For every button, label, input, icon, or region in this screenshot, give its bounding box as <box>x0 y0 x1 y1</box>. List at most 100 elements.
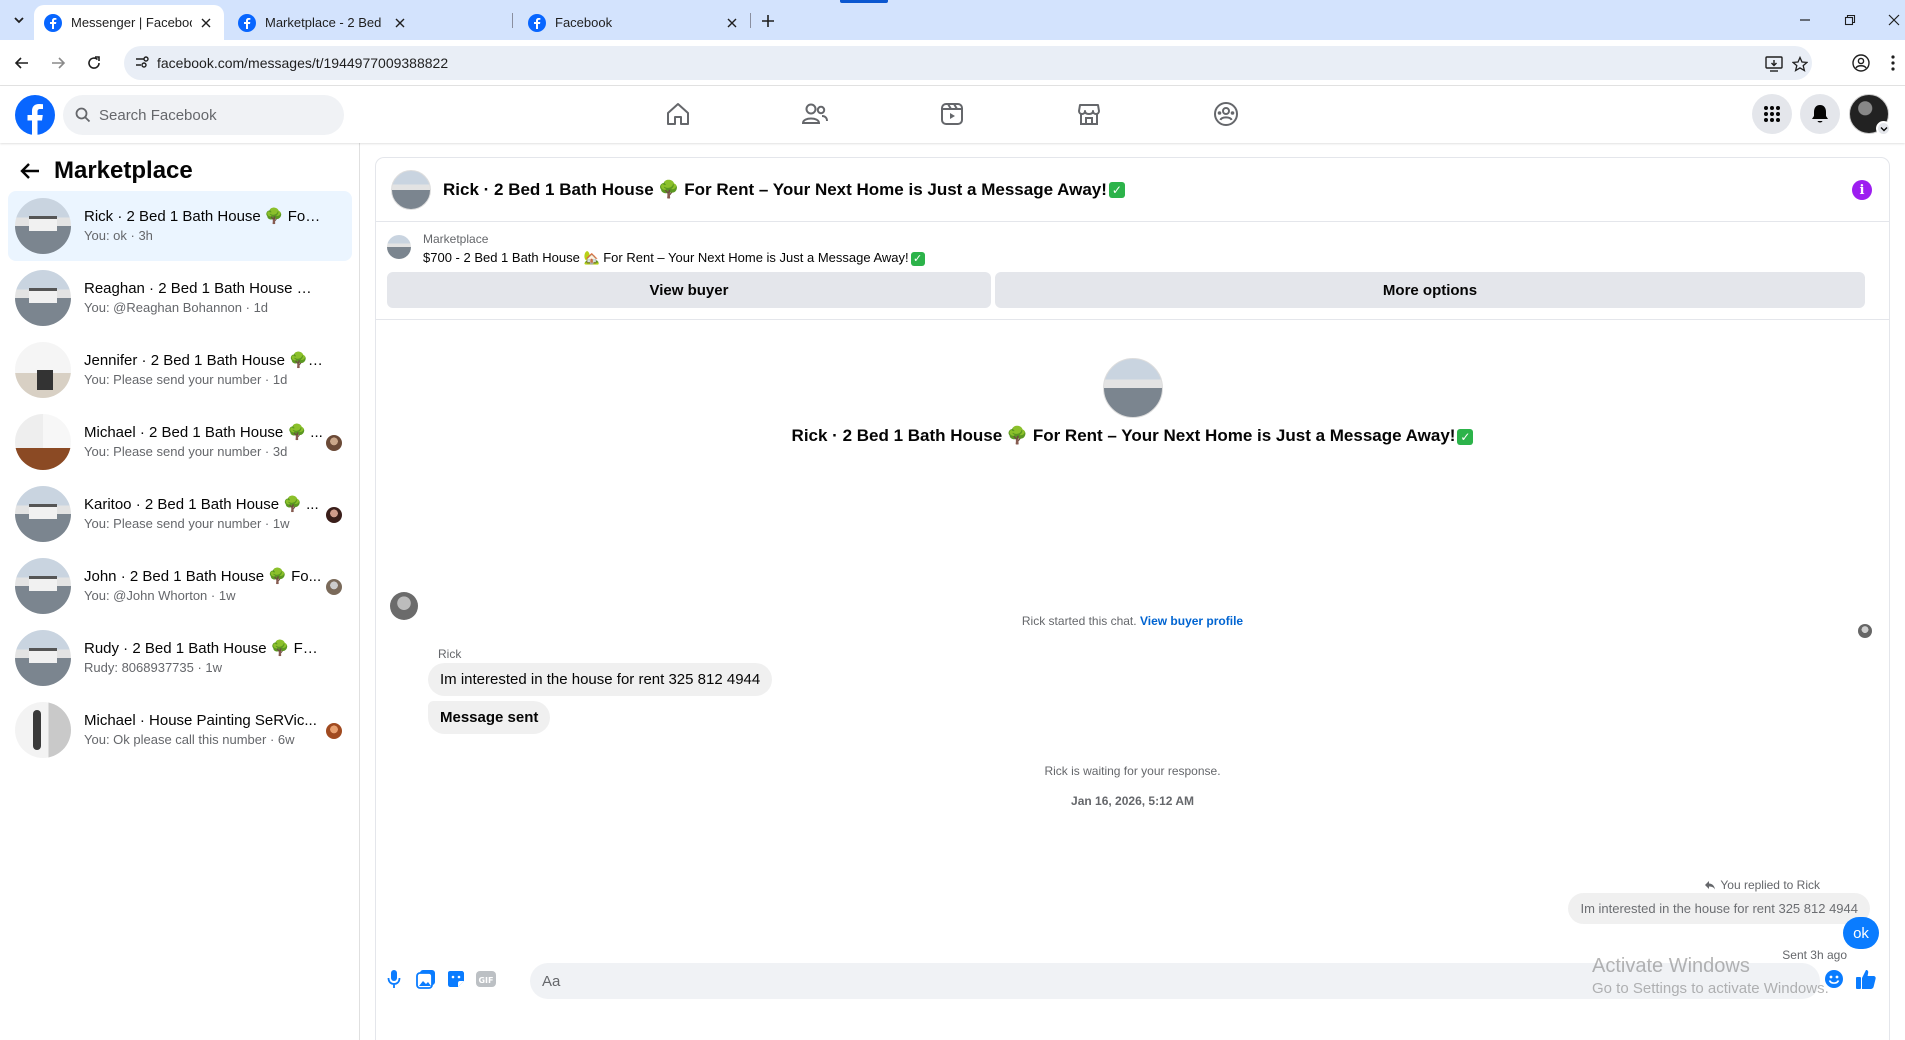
nav-video[interactable] <box>934 96 970 132</box>
close-icon[interactable] <box>724 15 740 31</box>
facebook-favicon-icon <box>238 13 256 32</box>
facebook-search-box[interactable] <box>63 95 344 135</box>
sender-avatar[interactable] <box>390 592 418 620</box>
back-button[interactable] <box>10 51 34 75</box>
chat-avatar[interactable] <box>391 169 431 210</box>
forward-button[interactable] <box>46 51 70 75</box>
address-bar[interactable]: facebook.com/messages/t/1944977009388822 <box>124 46 1812 80</box>
restore-icon <box>1844 14 1856 26</box>
facebook-favicon-icon <box>44 13 62 32</box>
conversation-item[interactable]: Reaghan · 2 Bed 1 Bath House 🌳 ... You: … <box>8 263 352 333</box>
notifications-button[interactable] <box>1800 94 1840 134</box>
waiting-notice: Rick is waiting for your response. <box>1044 764 1221 778</box>
conversation-item[interactable]: Michael · House Painting SeRVic... You: … <box>8 695 352 765</box>
listing-thumbnail <box>15 414 71 470</box>
message-input[interactable] <box>542 972 1742 990</box>
gif-icon: GIF <box>475 970 497 988</box>
thread-title: Rick · 2 Bed 1 Bath House 🌳 For Rent – Y… <box>376 426 1889 446</box>
minimize-button[interactable] <box>1793 8 1817 32</box>
incoming-message[interactable]: Im interested in the house for rent 325 … <box>428 663 773 696</box>
arrow-left-icon[interactable] <box>20 162 40 180</box>
tab-title: Messenger | Facebook <box>71 15 192 30</box>
facebook-logo-icon[interactable] <box>15 95 55 135</box>
conversation-item[interactable]: Karitoo · 2 Bed 1 Bath House 🌳 ... You: … <box>8 479 352 549</box>
facebook-header <box>0 86 1905 143</box>
tab-search-button[interactable] <box>8 9 30 31</box>
browser-tab-strip: Messenger | Facebook Marketplace - 2 Bed… <box>0 0 1905 40</box>
photo-icon <box>416 969 436 989</box>
conversation-name: Karitoo · 2 Bed 1 Bath House 🌳 ... <box>84 496 319 513</box>
sidebar-header: Marketplace <box>20 157 193 185</box>
sticker-icon <box>446 969 466 989</box>
nav-friends[interactable] <box>797 96 833 132</box>
minimize-icon <box>1799 14 1811 26</box>
browser-toolbar: facebook.com/messages/t/1944977009388822 <box>0 40 1905 86</box>
voice-clip-button[interactable] <box>382 967 406 991</box>
grid-menu-icon <box>1763 105 1781 123</box>
conversation-item[interactable]: Rudy · 2 Bed 1 Bath House 🌳 For ... Rudy… <box>8 623 352 693</box>
nav-home[interactable] <box>660 96 696 132</box>
conversation-item[interactable]: Michael · 2 Bed 1 Bath House 🌳 ... You: … <box>8 407 352 477</box>
conversation-name: Rick · 2 Bed 1 Bath House 🌳 For R... <box>84 208 324 225</box>
browser-tab-marketplace[interactable]: Marketplace - 2 Bed 1 Bath Hou <box>228 5 418 40</box>
profile-button[interactable] <box>1849 51 1873 75</box>
arrow-left-icon <box>14 55 30 71</box>
browser-tab-facebook[interactable]: Facebook <box>518 5 750 40</box>
close-window-button[interactable] <box>1882 8 1905 32</box>
chat-title[interactable]: Rick · 2 Bed 1 Bath House 🌳 For Rent – Y… <box>443 180 1125 200</box>
attach-photo-button[interactable] <box>414 967 438 991</box>
bookmark-button[interactable] <box>1790 54 1810 74</box>
message-input-box[interactable] <box>530 963 1820 999</box>
restore-button[interactable] <box>1838 8 1862 32</box>
site-settings-icon[interactable] <box>134 54 150 70</box>
chat-panel: Rick · 2 Bed 1 Bath House 🌳 For Rent – Y… <box>376 158 1889 1040</box>
incoming-message[interactable]: Message sent <box>428 701 551 734</box>
conversation-item[interactable]: John · 2 Bed 1 Bath House 🌳 Fo... You: @… <box>8 551 352 621</box>
quoted-message[interactable]: Im interested in the house for rent 325 … <box>1568 893 1870 924</box>
conversation-name: Jennifer · 2 Bed 1 Bath House 🌳 F... <box>84 352 324 369</box>
search-input[interactable] <box>99 106 319 124</box>
install-app-button[interactable] <box>1764 54 1784 74</box>
conversation-info-button[interactable]: i <box>1852 180 1872 200</box>
new-tab-button[interactable] <box>756 9 780 33</box>
chevron-down-icon <box>1876 121 1891 136</box>
sticker-button[interactable] <box>444 967 468 991</box>
svg-text:GIF: GIF <box>478 976 493 985</box>
menu-button[interactable] <box>1752 94 1792 134</box>
outgoing-message[interactable]: ok <box>1843 917 1879 949</box>
checkmark-icon: ✓ <box>1108 182 1125 199</box>
chevron-down-icon <box>13 14 25 26</box>
nav-groups[interactable] <box>1208 96 1244 132</box>
chat-list-sidebar: Marketplace Rick · 2 Bed 1 Bath House 🌳 … <box>0 143 360 1040</box>
tab-strip-accent <box>840 0 888 3</box>
close-icon[interactable] <box>198 15 214 31</box>
conversation-snippet: You: Please send your number · 1w <box>84 516 290 531</box>
url-text: facebook.com/messages/t/1944977009388822 <box>157 55 449 71</box>
arrow-right-icon <box>50 55 66 71</box>
bell-icon <box>1811 104 1829 124</box>
conversation-item[interactable]: Jennifer · 2 Bed 1 Bath House 🌳 F... You… <box>8 335 352 405</box>
seen-indicator-avatar <box>1858 624 1872 638</box>
conversation-name: Michael · House Painting SeRVic... <box>84 712 317 729</box>
close-icon[interactable] <box>392 15 408 31</box>
like-button[interactable] <box>1854 967 1878 991</box>
checkmark-icon: ✓ <box>910 251 925 266</box>
listing-thumbnail <box>15 486 71 542</box>
browser-tab-messenger[interactable]: Messenger | Facebook <box>34 5 224 40</box>
thumbs-up-icon <box>1855 968 1877 990</box>
conversation-item[interactable]: Rick · 2 Bed 1 Bath House 🌳 For R... You… <box>8 191 352 261</box>
thread-intro: Rick · 2 Bed 1 Bath House 🌳 For Rent – Y… <box>376 358 1889 446</box>
gif-button[interactable]: GIF <box>474 967 498 991</box>
view-buyer-button[interactable]: View buyer <box>387 272 991 308</box>
view-buyer-profile-link[interactable]: View buyer profile <box>1140 614 1243 628</box>
nav-marketplace[interactable] <box>1071 96 1107 132</box>
listing-title[interactable]: $700 - 2 Bed 1 Bath House 🏡 For Rent – Y… <box>423 250 925 266</box>
reload-button[interactable] <box>82 51 106 75</box>
emoji-button[interactable] <box>1822 967 1846 991</box>
conversation-name: Michael · 2 Bed 1 Bath House 🌳 ... <box>84 424 323 441</box>
browser-menu-button[interactable] <box>1885 51 1901 75</box>
more-options-button[interactable]: More options <box>995 272 1865 308</box>
conversation-name: Reaghan · 2 Bed 1 Bath House 🌳 ... <box>84 280 324 297</box>
account-avatar[interactable] <box>1849 94 1891 136</box>
listing-thumbnail <box>15 342 71 398</box>
